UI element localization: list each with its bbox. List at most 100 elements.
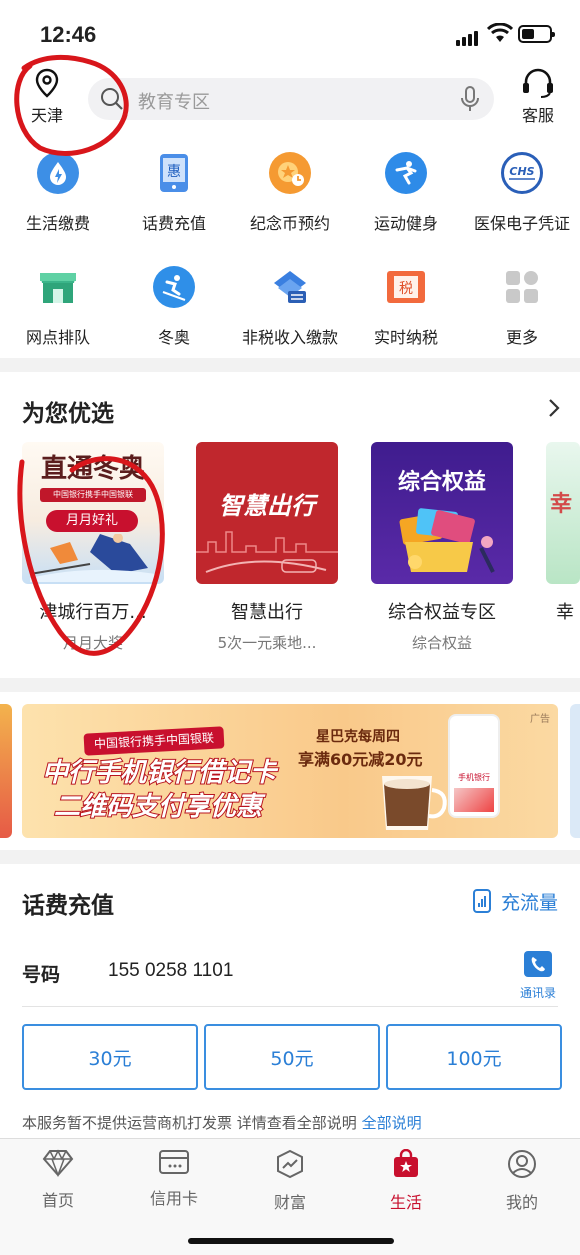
card-image-text: 幸 <box>550 492 573 517</box>
grid-item-sports-fitness[interactable]: 运动健身 <box>348 152 464 234</box>
credit-card-icon <box>159 1150 189 1174</box>
customer-service-label: 客服 <box>521 106 554 125</box>
ad-banner-section: 中国银行携手中国银联 中行手机银行借记卡 二维码支付享优惠 星巴克每周四 享满6… <box>0 692 580 850</box>
search-placeholder: 教育专区 <box>138 92 210 113</box>
tab-label: 首页 <box>41 1191 74 1210</box>
microphone-icon[interactable] <box>460 86 480 112</box>
wealth-chart-icon <box>277 1149 303 1179</box>
grid-item-commemorative-coin[interactable]: 纪念币预约 <box>232 152 348 234</box>
contacts-label: 通讯录 <box>519 986 556 1000</box>
recommend-card-partial[interactable]: 幸 幸 <box>546 442 580 624</box>
grid-item-label: 更多 <box>505 328 538 347</box>
data-recharge-link[interactable]: 充流量 <box>472 888 558 915</box>
grid-item-label: 纪念币预约 <box>249 214 330 233</box>
branch-store-icon <box>37 266 79 308</box>
quick-service-grid: 生活缴费 惠 话费充值 纪念币预约 运动健身 CHS 医保电子凭证 网点排队 冬… <box>0 144 580 358</box>
tab-wealth[interactable]: 财富 <box>232 1149 348 1213</box>
chs-medical-insurance-icon: CHS <box>501 152 543 194</box>
wifi-icon <box>486 22 514 47</box>
invoice-note: 本服务暂不提供运营商机打发票 详情查看全部说明 全部说明 <box>22 1112 422 1133</box>
tax-icon: 税 <box>385 266 427 308</box>
skier-illustration <box>30 534 156 582</box>
card-image-text: 综合权益 <box>397 470 486 495</box>
commemorative-coin-icon <box>269 152 311 194</box>
recommend-card-winter-olympics[interactable]: 直通冬奥 中国银行携手中国银联 月月好礼 津城行百万... 月月大奖 <box>22 442 164 653</box>
grid-item-label: 非税收入缴款 <box>241 328 338 347</box>
banner-promo-title: 星巴克每周四 <box>316 729 400 745</box>
grid-item-label: 生活缴费 <box>25 214 90 233</box>
card-subtitle: 月月大奖 <box>62 634 123 652</box>
banner-phone-label: 手机银行 <box>458 773 490 782</box>
banner-phone: 手机银行 <box>448 714 500 818</box>
card-image-title: 直通冬奥 <box>40 454 145 484</box>
banner-line2: 二维码支付享优惠 <box>53 791 263 823</box>
grid-item-branch-queue[interactable]: 网点排队 <box>0 266 116 348</box>
card-image: 智慧出行 <box>196 442 338 584</box>
data-recharge-label: 充流量 <box>500 892 558 914</box>
svg-text:税: 税 <box>399 281 413 297</box>
tab-label: 信用卡 <box>149 1189 198 1208</box>
status-time: 12:46 <box>40 22 97 47</box>
battery-icon <box>518 25 555 43</box>
banner-peek-left[interactable] <box>0 704 12 838</box>
card-subtitle: 综合权益 <box>411 634 472 652</box>
banner-ad-tag: 广告 <box>530 714 550 725</box>
tab-mine[interactable]: 我的 <box>464 1149 580 1213</box>
tab-label: 我的 <box>505 1193 538 1212</box>
recommend-card-benefits[interactable]: 综合权益 综合权益专区 综合权益 <box>371 442 513 653</box>
grid-item-medical-insurance[interactable]: CHS 医保电子凭证 <box>464 152 580 234</box>
grid-item-non-tax-payment[interactable]: 非税收入缴款 <box>232 266 348 348</box>
top-header: 天津 教育专区 客服 <box>0 64 580 144</box>
recommend-title: 为您优选 <box>22 401 114 427</box>
contacts-phone-icon <box>523 951 552 977</box>
banner-peek-right[interactable] <box>570 704 580 838</box>
amount-option-50[interactable]: 50元 <box>204 1024 380 1090</box>
card-title: 综合权益专区 <box>388 602 496 623</box>
tab-label: 生活 <box>389 1193 422 1212</box>
ad-banner[interactable]: 中国银行携手中国银联 中行手机银行借记卡 二维码支付享优惠 星巴克每周四 享满6… <box>22 704 558 838</box>
diamond-icon <box>42 1149 74 1178</box>
grid-item-label: 冬奥 <box>157 328 190 347</box>
phone-recharge-icon: 惠 <box>153 152 195 194</box>
recommend-section: 为您优选 直通冬奥 中国银行携手中国银联 月月好礼 津城行百万... 月月大奖 … <box>0 372 580 678</box>
invoice-note-text: 本服务暂不提供运营商机打发票 详情查看全部说明 <box>22 1114 357 1132</box>
grid-item-more[interactable]: 更多 <box>464 266 580 348</box>
coffee-cup-illustration <box>382 776 447 830</box>
grid-item-phone-recharge[interactable]: 惠 话费充值 <box>116 152 232 234</box>
amount-option-100[interactable]: 100元 <box>386 1024 562 1090</box>
recommend-card-smart-travel[interactable]: 智慧出行 智慧出行 5次一元乘地... <box>196 442 338 653</box>
signal-icon <box>456 27 480 46</box>
search-bar[interactable]: 教育专区 <box>88 78 494 120</box>
card-image-badge: 月月好礼 <box>46 510 138 532</box>
tab-credit-card[interactable]: 信用卡 <box>116 1149 232 1209</box>
tab-label: 财富 <box>273 1193 306 1212</box>
contacts-button[interactable]: 通讯录 <box>520 950 556 1001</box>
location-selector[interactable]: 天津 <box>22 68 72 126</box>
coupons-illustration <box>399 508 495 573</box>
search-icon <box>101 88 123 110</box>
home-indicator[interactable] <box>188 1238 394 1244</box>
grid-item-label: 网点排队 <box>25 328 90 347</box>
banner-promo-offer: 享满60元减20元 <box>298 750 423 769</box>
grid-item-label: 话费充值 <box>141 214 206 233</box>
customer-service-button[interactable]: 客服 <box>516 68 560 126</box>
amount-option-30[interactable]: 30元 <box>22 1024 198 1090</box>
grid-item-winter-olympics[interactable]: 冬奥 <box>116 266 232 348</box>
grid-item-label: 医保电子凭证 <box>473 214 570 233</box>
status-bar: 12:46 <box>0 0 580 64</box>
grid-item-utility-payment[interactable]: 生活缴费 <box>0 152 116 234</box>
phone-number-input[interactable]: 155 0258 1101 <box>108 960 233 982</box>
chevron-right-icon[interactable] <box>548 398 560 418</box>
banner-phone-pattern <box>454 788 494 812</box>
lightning-drop-icon <box>37 152 79 194</box>
card-image-text: 智慧出行 <box>219 492 315 520</box>
user-profile-icon <box>508 1150 536 1178</box>
skating-icon <box>385 152 427 194</box>
tab-home[interactable]: 首页 <box>0 1149 116 1211</box>
more-grid-icon <box>501 266 543 308</box>
full-description-link[interactable]: 全部说明 <box>362 1114 422 1132</box>
grid-item-realtime-tax[interactable]: 税 实时纳税 <box>348 266 464 348</box>
layers-payment-icon <box>269 266 311 308</box>
tab-life[interactable]: 生活 <box>348 1148 464 1213</box>
banner-line1: 中行手机银行借记卡 <box>41 757 277 789</box>
